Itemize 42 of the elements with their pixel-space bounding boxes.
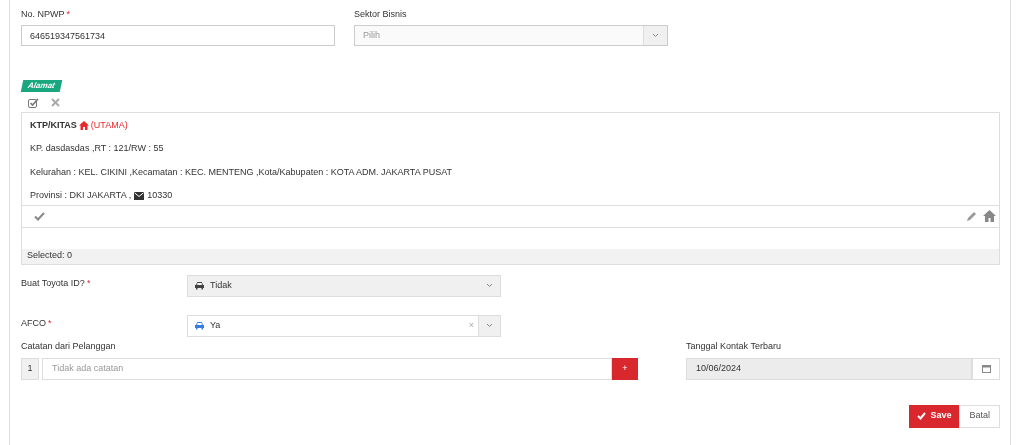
note-number: 1	[21, 357, 39, 380]
primary-button[interactable]: Save	[909, 404, 960, 428]
car-icon	[194, 281, 205, 290]
province-text: Provinsi : DKI JAKARTA ,	[30, 189, 132, 202]
checkmark-icon[interactable]	[34, 211, 45, 221]
date-value: 10/06/2024	[696, 361, 742, 375]
required-mark: *	[66, 7, 71, 21]
chevron-down-icon	[652, 33, 659, 38]
chevron-down-icon	[486, 323, 493, 328]
required-mark: *	[48, 317, 52, 331]
required-mark: *	[86, 277, 91, 291]
primary-label: (UTAMA)	[90, 118, 128, 132]
field-label: No. NPWP	[21, 7, 65, 21]
postal-code: 10330	[147, 189, 173, 202]
selected-count: Selected: 0	[27, 249, 73, 263]
checkbox-check-icon[interactable]	[28, 97, 39, 108]
select-value: Tidak	[210, 278, 232, 292]
pencil-icon[interactable]	[966, 210, 977, 222]
address-line: KP. dasdasdas ,RT : 121/RW : 55	[30, 142, 165, 155]
address-line: Kelurahan : KEL. CIKINI ,Kecamatan : KEC. MENTENG ,Kota/Kabupaten : KOTA ADM. JAKARTA PUSAT	[30, 165, 453, 179]
car-icon	[194, 321, 205, 330]
field-label: Tanggal Kontak Terbaru	[686, 340, 781, 354]
field-label: Catatan dari Pelanggan	[21, 340, 116, 354]
field-label: AFCO	[21, 317, 46, 331]
home-icon[interactable]	[983, 210, 996, 222]
envelope-icon	[134, 191, 145, 200]
npwp-field[interactable]: 646519347561734	[21, 25, 335, 46]
afco-select[interactable]: Ya ×	[187, 314, 501, 337]
select-placeholder: Pilih	[362, 28, 381, 42]
add-button[interactable]: +	[612, 357, 638, 380]
note-field[interactable]: Tidak ada catatan	[42, 357, 612, 380]
section-badge: Alamat	[20, 80, 62, 92]
calendar-icon[interactable]	[981, 364, 991, 373]
date-field[interactable]: 10/06/2024	[686, 357, 972, 380]
close-icon[interactable]	[51, 98, 60, 107]
address-type: KTP/KITAS	[30, 118, 77, 132]
select-value: Ya	[210, 318, 221, 332]
checkmark-icon	[917, 412, 927, 420]
field-label: Buat Toyota ID?	[21, 277, 85, 291]
secondary-button[interactable]: Batal	[959, 404, 1000, 428]
chevron-down-icon	[485, 283, 493, 288]
field-label: Sektor Bisnis	[354, 7, 407, 21]
